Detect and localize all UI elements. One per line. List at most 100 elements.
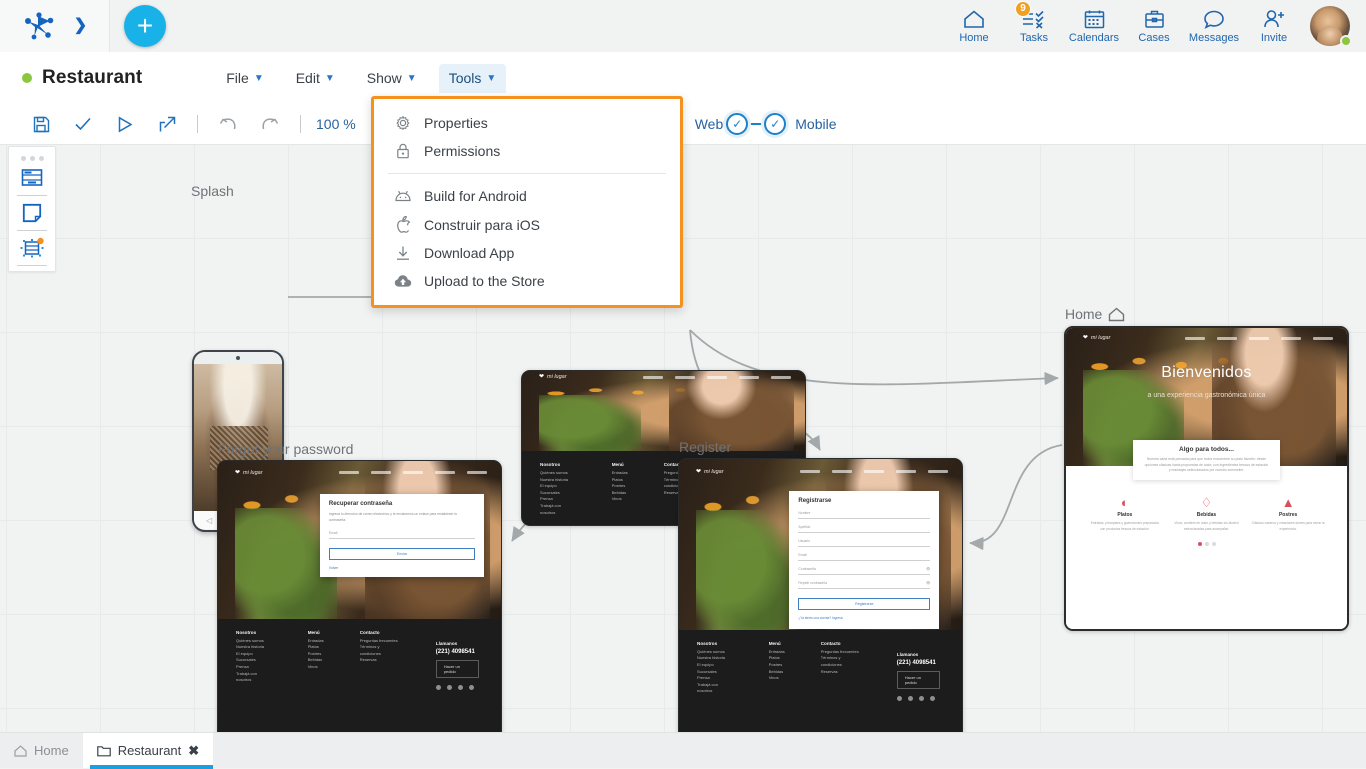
- web-checkbox[interactable]: ✓: [726, 113, 749, 135]
- footer-link[interactable]: Bebidas: [612, 490, 628, 497]
- footer-link[interactable]: Vinos: [612, 496, 628, 503]
- menu-file[interactable]: File ▼: [216, 64, 273, 93]
- instagram-icon[interactable]: [446, 684, 452, 690]
- footer-link[interactable]: Trabajá con nosotros: [236, 671, 272, 684]
- facebook-icon[interactable]: [896, 695, 902, 701]
- instagram-icon[interactable]: [907, 695, 913, 701]
- footer-link[interactable]: El equipo: [236, 651, 272, 658]
- save-icon[interactable]: [20, 104, 62, 145]
- check-icon[interactable]: [62, 104, 104, 145]
- undo-icon[interactable]: [207, 104, 249, 145]
- footer-link[interactable]: Reservas: [821, 669, 861, 676]
- email-field[interactable]: Email: [328, 531, 475, 540]
- footer-link[interactable]: Términos y condiciones: [821, 655, 861, 668]
- nav-item-home[interactable]: Home: [944, 0, 1004, 52]
- register-button[interactable]: Registrarse: [798, 598, 931, 611]
- menu-item-upload-store[interactable]: Upload to the Store: [374, 267, 680, 295]
- feature-item[interactable]: ♢ Bebidas Vinos, cocteles de autor y beb…: [1170, 496, 1244, 531]
- footer-link[interactable]: Términos y condiciones: [360, 644, 400, 657]
- footer-link[interactable]: Nuestra historia: [697, 655, 733, 662]
- back-link[interactable]: Volver: [329, 566, 475, 570]
- feature-item[interactable]: ◐ Platos Entradas, principales y guarnic…: [1088, 496, 1162, 531]
- menu-item-properties[interactable]: Properties: [374, 109, 680, 137]
- linkedin-icon[interactable]: [929, 695, 935, 701]
- nav-item-calendars[interactable]: Calendars: [1064, 0, 1124, 52]
- footer-link[interactable]: Entradas: [769, 649, 785, 656]
- first-name-field[interactable]: Nombre: [798, 511, 931, 520]
- nav-item-messages[interactable]: Messages: [1184, 0, 1244, 52]
- screen-home[interactable]: ❤ mi lugar Bienvenidos a una experiencia…: [1064, 326, 1349, 631]
- twitter-icon[interactable]: [457, 684, 463, 690]
- avatar[interactable]: [1304, 0, 1356, 52]
- tab-restaurant[interactable]: Restaurant ✖: [82, 733, 214, 769]
- panel-item-page[interactable]: [8, 196, 56, 230]
- nav-item-invite[interactable]: Invite: [1244, 0, 1304, 52]
- design-canvas[interactable]: Splash ◁ ○ □ ❤ mi lugar: [0, 145, 1366, 732]
- nav-item-cases[interactable]: Cases: [1124, 0, 1184, 52]
- close-icon[interactable]: ✖: [188, 743, 199, 759]
- footer-link[interactable]: Prensa: [540, 496, 576, 503]
- feature-item[interactable]: ▲ Postres Clásicos caseros y creaciones …: [1251, 496, 1325, 531]
- footer-link[interactable]: Quiénes somos: [540, 470, 576, 477]
- tab-home[interactable]: Home: [0, 733, 83, 768]
- footer-link[interactable]: Sucursales: [697, 669, 733, 676]
- footer-link[interactable]: Reservas: [360, 657, 400, 664]
- footer-link[interactable]: Preguntas frecuentes: [821, 649, 861, 656]
- footer-link[interactable]: Prensa: [236, 664, 272, 671]
- send-button[interactable]: Enviar: [328, 548, 475, 561]
- menu-item-download-app[interactable]: Download App: [374, 239, 680, 267]
- footer-link[interactable]: Preguntas frecuentes: [360, 638, 400, 645]
- footer-link[interactable]: El equipo: [697, 662, 733, 669]
- footer-link[interactable]: Postres: [612, 483, 628, 490]
- run-icon[interactable]: [104, 104, 146, 145]
- username-field[interactable]: Usuario: [798, 539, 931, 548]
- footer-link[interactable]: Postres: [308, 651, 324, 658]
- footer-link[interactable]: Platos: [612, 477, 628, 484]
- menu-tools[interactable]: Tools ▼: [438, 63, 507, 93]
- eye-icon[interactable]: 👁: [926, 567, 930, 571]
- left-tool-panel[interactable]: [8, 146, 56, 272]
- nav-item-tasks[interactable]: 9 Tasks: [1004, 0, 1064, 52]
- footer-link[interactable]: Trabajá con nosotros: [540, 503, 576, 516]
- screen-register[interactable]: ❤ mi lugar Registrarse Nombre Apellido U…: [678, 458, 963, 732]
- mobile-checkbox[interactable]: ✓: [764, 113, 787, 135]
- panel-item-widgets[interactable]: [8, 231, 56, 265]
- footer-link[interactable]: Bebidas: [308, 657, 324, 664]
- menu-edit[interactable]: Edit ▼: [286, 64, 345, 93]
- last-name-field[interactable]: Apellido: [798, 525, 931, 534]
- screen-forgot[interactable]: ❤ mi lugar Recuperar contraseña Ingresá …: [217, 460, 502, 732]
- panel-item-layouts[interactable]: [8, 161, 56, 195]
- add-button[interactable]: +: [124, 4, 166, 47]
- footer-link[interactable]: Platos: [769, 655, 785, 662]
- facebook-icon[interactable]: [435, 684, 441, 690]
- linkedin-icon[interactable]: [468, 684, 474, 690]
- footer-order-button[interactable]: Hacer un pedido: [435, 659, 479, 678]
- tools-dropdown-menu[interactable]: Properties Permissions Build for Android: [371, 96, 683, 308]
- genexus-logo-icon[interactable]: [22, 11, 56, 41]
- password-field[interactable]: Contraseña 👁: [798, 567, 931, 576]
- footer-link[interactable]: El equipo: [540, 483, 576, 490]
- menu-show[interactable]: Show ▼: [357, 64, 427, 93]
- footer-link[interactable]: Prensa: [697, 675, 733, 682]
- share-icon[interactable]: [146, 104, 188, 145]
- menu-item-build-android[interactable]: Build for Android: [374, 182, 680, 210]
- footer-order-button[interactable]: Hacer un pedido: [896, 670, 940, 689]
- footer-link[interactable]: Quiénes somos: [236, 638, 272, 645]
- footer-link[interactable]: Sucursales: [540, 490, 576, 497]
- eye-icon[interactable]: 👁: [926, 581, 930, 585]
- footer-link[interactable]: Nuestra historia: [236, 644, 272, 651]
- twitter-icon[interactable]: [918, 695, 924, 701]
- footer-link[interactable]: Platos: [308, 644, 324, 651]
- zoom-level[interactable]: 100 %: [316, 116, 356, 132]
- redo-icon[interactable]: [249, 104, 291, 145]
- menu-item-build-ios[interactable]: Construir para iOS: [374, 210, 680, 239]
- footer-link[interactable]: Entradas: [308, 638, 324, 645]
- menu-item-permissions[interactable]: Permissions: [374, 137, 680, 165]
- footer-link[interactable]: Sucursales: [236, 657, 272, 664]
- login-link[interactable]: ¿Ya tenés una cuenta? Ingresá: [798, 616, 930, 620]
- footer-link[interactable]: Quiénes somos: [697, 649, 733, 656]
- confirm-password-field[interactable]: Repetir contraseña 👁: [798, 581, 931, 590]
- footer-link[interactable]: Trabajá con nosotros: [697, 682, 733, 695]
- chevron-right-icon[interactable]: ❯: [74, 17, 87, 34]
- footer-link[interactable]: Entradas: [612, 470, 628, 477]
